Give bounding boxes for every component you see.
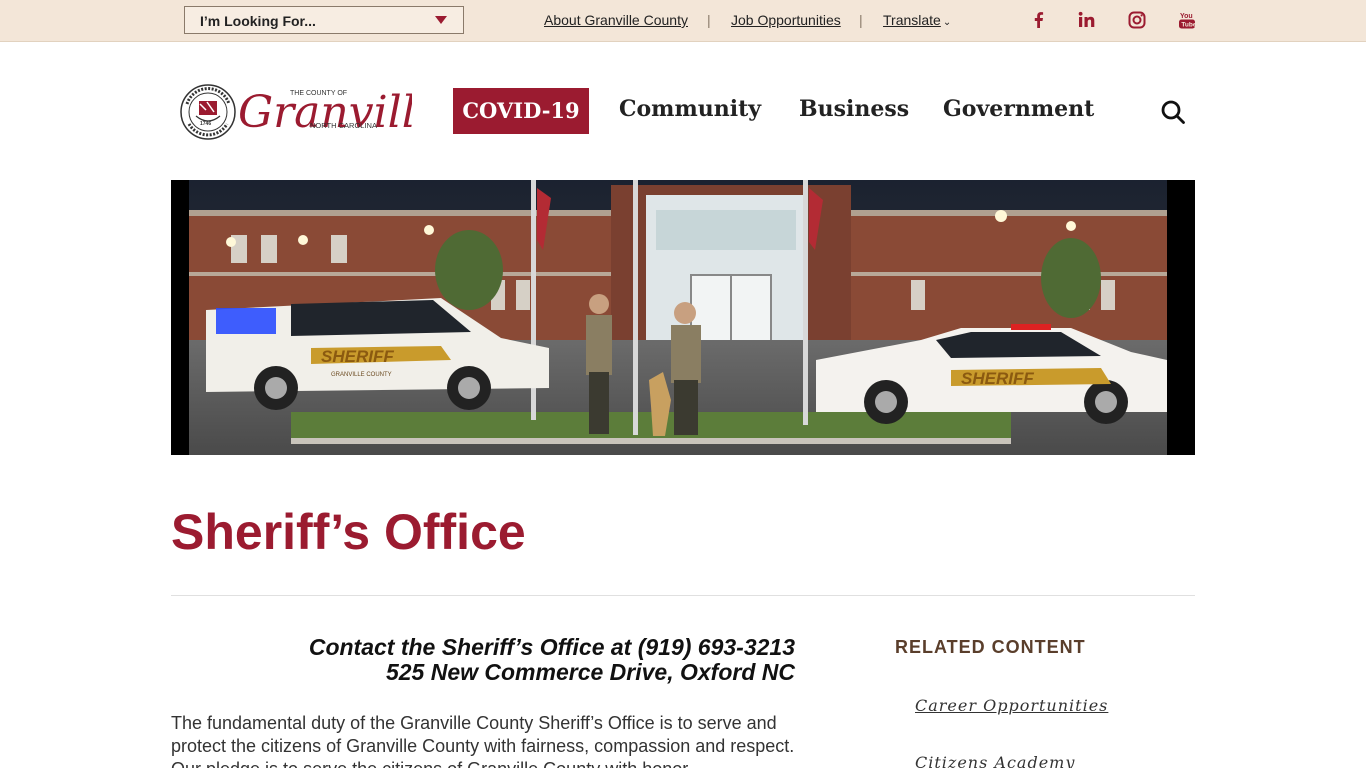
page-title: Sheriff’s Office	[171, 504, 526, 560]
job-opportunities-link[interactable]: Job Opportunities	[731, 12, 841, 28]
logo-state: NORTH CAROLINA	[310, 121, 377, 130]
search-icon[interactable]	[1160, 99, 1186, 125]
granville-county-logo[interactable]: 1746 THE COUNTY OF Granville NORTH CAROL…	[180, 82, 442, 142]
nav-business[interactable]: Business	[799, 96, 909, 122]
youtube-icon[interactable]: You Tube	[1177, 10, 1197, 30]
contact-phone-line: Contact the Sheriff’s Office at (919) 69…	[308, 634, 795, 660]
facebook-icon[interactable]	[1029, 10, 1049, 30]
translate-link[interactable]: Translate	[883, 12, 941, 28]
separator: |	[707, 12, 711, 28]
about-granville-link[interactable]: About Granville County	[544, 12, 688, 28]
linkedin-icon[interactable]	[1077, 10, 1097, 30]
separator: |	[859, 12, 863, 28]
looking-for-dropdown[interactable]: I’m Looking For...	[184, 6, 464, 34]
nav-government[interactable]: Government	[943, 96, 1094, 122]
related-content-heading: RELATED CONTENT	[895, 637, 1086, 657]
intro-paragraph: The fundamental duty of the Granville Co…	[171, 713, 795, 768]
hero-image: SHERIFF GRANVILLE COUNTY SHERIFF	[171, 180, 1195, 455]
contact-address-line: 525 New Commerce Drive, Oxford NC	[385, 659, 795, 685]
related-link-career-opportunities[interactable]: Career Opportunities	[915, 696, 1108, 715]
instagram-icon[interactable]	[1127, 10, 1147, 30]
svg-text:SHERIFF: SHERIFF	[961, 369, 1034, 388]
logo-name: Granville	[238, 87, 412, 138]
svg-text:1746: 1746	[200, 121, 211, 127]
svg-text:SHERIFF: SHERIFF	[321, 347, 394, 366]
divider	[171, 595, 1195, 596]
nav-covid-19[interactable]: COVID-19	[453, 88, 589, 134]
translate-menu[interactable]: Translate ⌄	[883, 12, 951, 28]
chevron-down-icon: ⌄	[942, 17, 952, 28]
nav-community[interactable]: Community	[619, 96, 761, 122]
svg-text:Tube: Tube	[1181, 22, 1196, 29]
looking-for-label: I’m Looking For...	[200, 13, 316, 29]
utility-bar: I’m Looking For... About Granville Count…	[0, 0, 1366, 42]
svg-text:GRANVILLE COUNTY: GRANVILLE COUNTY	[331, 372, 392, 378]
svg-text:You: You	[1180, 13, 1193, 20]
chevron-down-icon	[435, 16, 447, 24]
related-link-citizens-academy[interactable]: Citizens Academy	[915, 753, 1075, 768]
